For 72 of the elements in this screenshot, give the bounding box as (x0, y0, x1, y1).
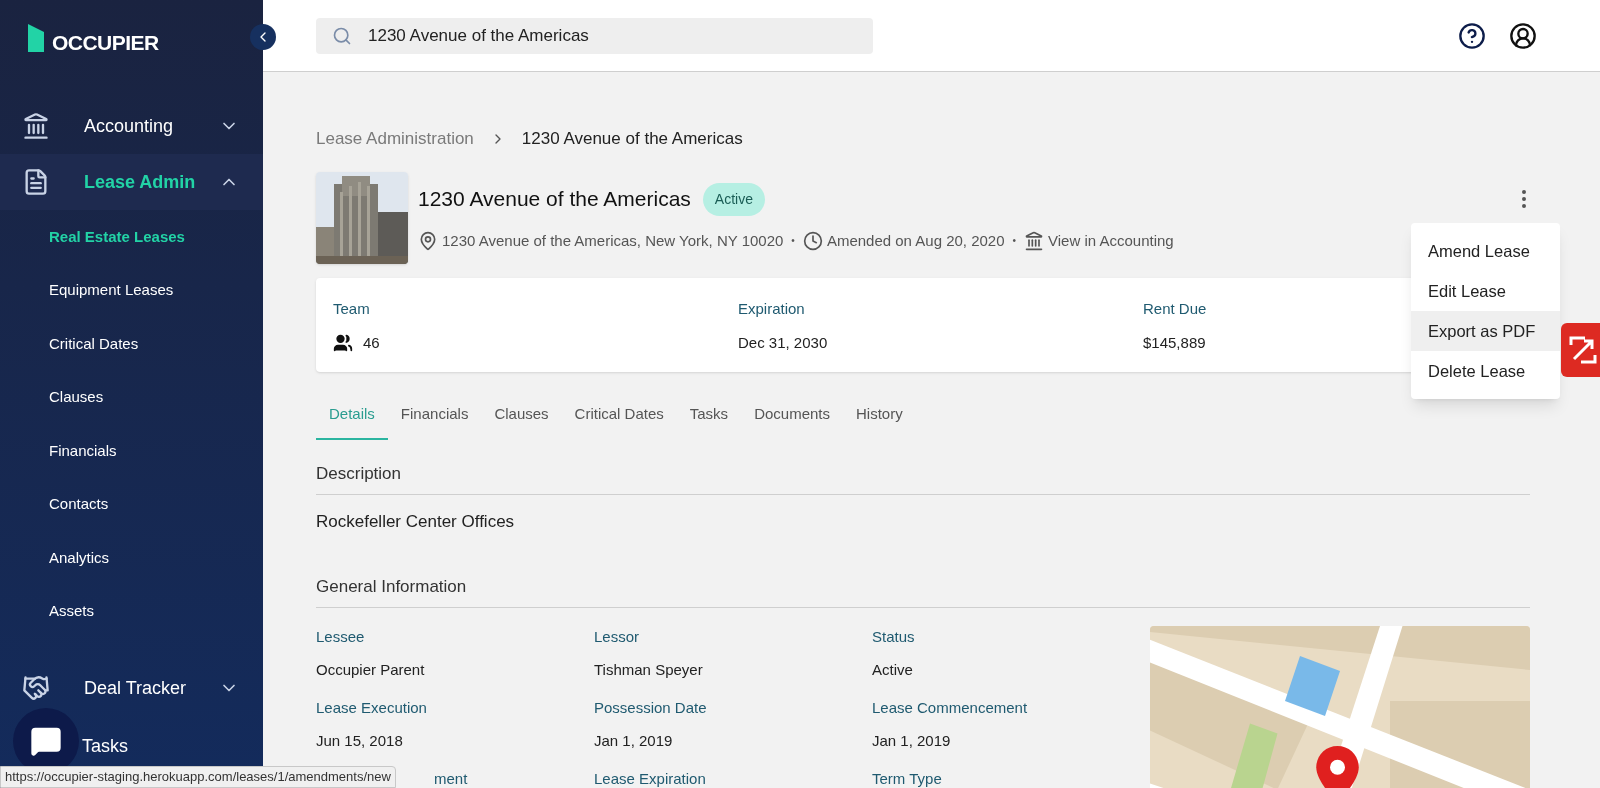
section-heading: General Information (316, 573, 1530, 608)
summary-value: Dec 31, 2030 (738, 333, 828, 353)
sidebar-subitem[interactable]: Equipment Leases (0, 263, 263, 317)
sidebar-subitem[interactable]: Contacts (0, 477, 263, 531)
field-value: Tishman Speyer (594, 659, 704, 680)
sidebar-subitem[interactable]: Critical Dates (0, 317, 263, 371)
sidebar-subitem[interactable]: Analytics (0, 531, 263, 585)
help-icon[interactable] (1458, 21, 1486, 50)
field-value: Occupier Parent (316, 659, 426, 680)
lease-meta-text: 1230 Avenue of the Americas, New York, NY 10020 (442, 230, 784, 251)
status-url-tooltip: https://occupier-staging.herokuapp.com/leases/1/amendments/new (0, 766, 396, 788)
menu-item[interactable]: Edit Lease (1411, 271, 1560, 311)
logo-text: OCCUPIER (52, 30, 159, 56)
separator-dot: • (791, 234, 795, 249)
sidebar-subitem[interactable]: Financials (0, 424, 263, 478)
account-icon[interactable] (1509, 21, 1537, 50)
field-value: Jun 15, 2018 (316, 730, 404, 751)
handshake-icon (22, 674, 50, 702)
sidebar-subitem[interactable]: Assets (0, 584, 263, 638)
location-pin-icon (418, 230, 438, 251)
people-icon (333, 333, 353, 354)
breadcrumb-link[interactable]: Lease Administration (316, 126, 474, 152)
tab[interactable]: History (843, 391, 916, 440)
search-field[interactable]: 1230 Avenue of the Americas (316, 17, 873, 54)
tab[interactable]: Critical Dates (561, 391, 677, 440)
expand-arrows-icon (1569, 336, 1597, 364)
field-value: Active (872, 659, 914, 680)
section-heading: Description (316, 460, 1530, 495)
menu-item[interactable]: Amend Lease (1411, 231, 1560, 271)
sidebar-item[interactable]: Lease Admin (0, 154, 263, 210)
sidebar-subitem[interactable]: Clauses (0, 370, 263, 424)
summary-value: $145,889 (1143, 333, 1206, 353)
summary-value: 46 (363, 333, 380, 353)
extension-button[interactable] (1561, 323, 1600, 377)
sidebar-item[interactable]: Tasks (82, 732, 263, 760)
field-label: Lease Commencement (872, 698, 1029, 718)
clock-icon (802, 230, 823, 251)
sidebar-subitem[interactable]: Real Estate Leases (0, 210, 263, 264)
sidebar-item[interactable]: Deal Tracker (0, 674, 263, 702)
menu-item[interactable]: Delete Lease (1411, 351, 1560, 391)
status-badge: Active (702, 182, 765, 216)
sidebar-item[interactable]: Accounting (0, 98, 263, 154)
tab[interactable]: Clauses (481, 391, 562, 440)
summary-label: Team (333, 298, 371, 319)
field-label: Lessee (316, 627, 366, 647)
field-label: Possession Date (594, 698, 708, 718)
field-value: Jan 1, 2019 (872, 730, 952, 751)
search-icon (332, 25, 352, 46)
field-label: Status (872, 627, 916, 647)
menu-item[interactable]: Export as PDF (1411, 311, 1560, 351)
tab[interactable]: Tasks (676, 391, 742, 440)
bank-icon (22, 112, 50, 140)
field-label: ment (434, 769, 469, 788)
tab[interactable]: Financials (387, 391, 482, 440)
lease-meta-text: Amended on Aug 20, 2020 (826, 230, 1005, 251)
field-label: Lease Execution (316, 698, 428, 718)
field-label: Lease Expiration (594, 769, 707, 788)
field-label: Term Type (872, 769, 943, 788)
chat-icon (30, 725, 62, 757)
search-input[interactable]: 1230 Avenue of the Americas (368, 22, 857, 49)
description-text: Rockefeller Center Offices (316, 511, 516, 533)
accounting-link[interactable]: View in Accounting (1048, 229, 1174, 252)
separator-dot: • (1012, 234, 1017, 249)
breadcrumb-current: 1230 Avenue of the Americas (521, 128, 743, 150)
bank-icon (1024, 230, 1045, 251)
tab[interactable]: Documents (741, 391, 843, 440)
lease-title: 1230 Avenue of the Americas (418, 186, 691, 213)
field-label: Lessor (594, 627, 641, 647)
summary-label: Expiration (738, 298, 806, 319)
summary-label: Rent Due (1143, 298, 1208, 319)
logo-icon (28, 24, 44, 52)
field-value: Jan 1, 2019 (594, 730, 674, 751)
